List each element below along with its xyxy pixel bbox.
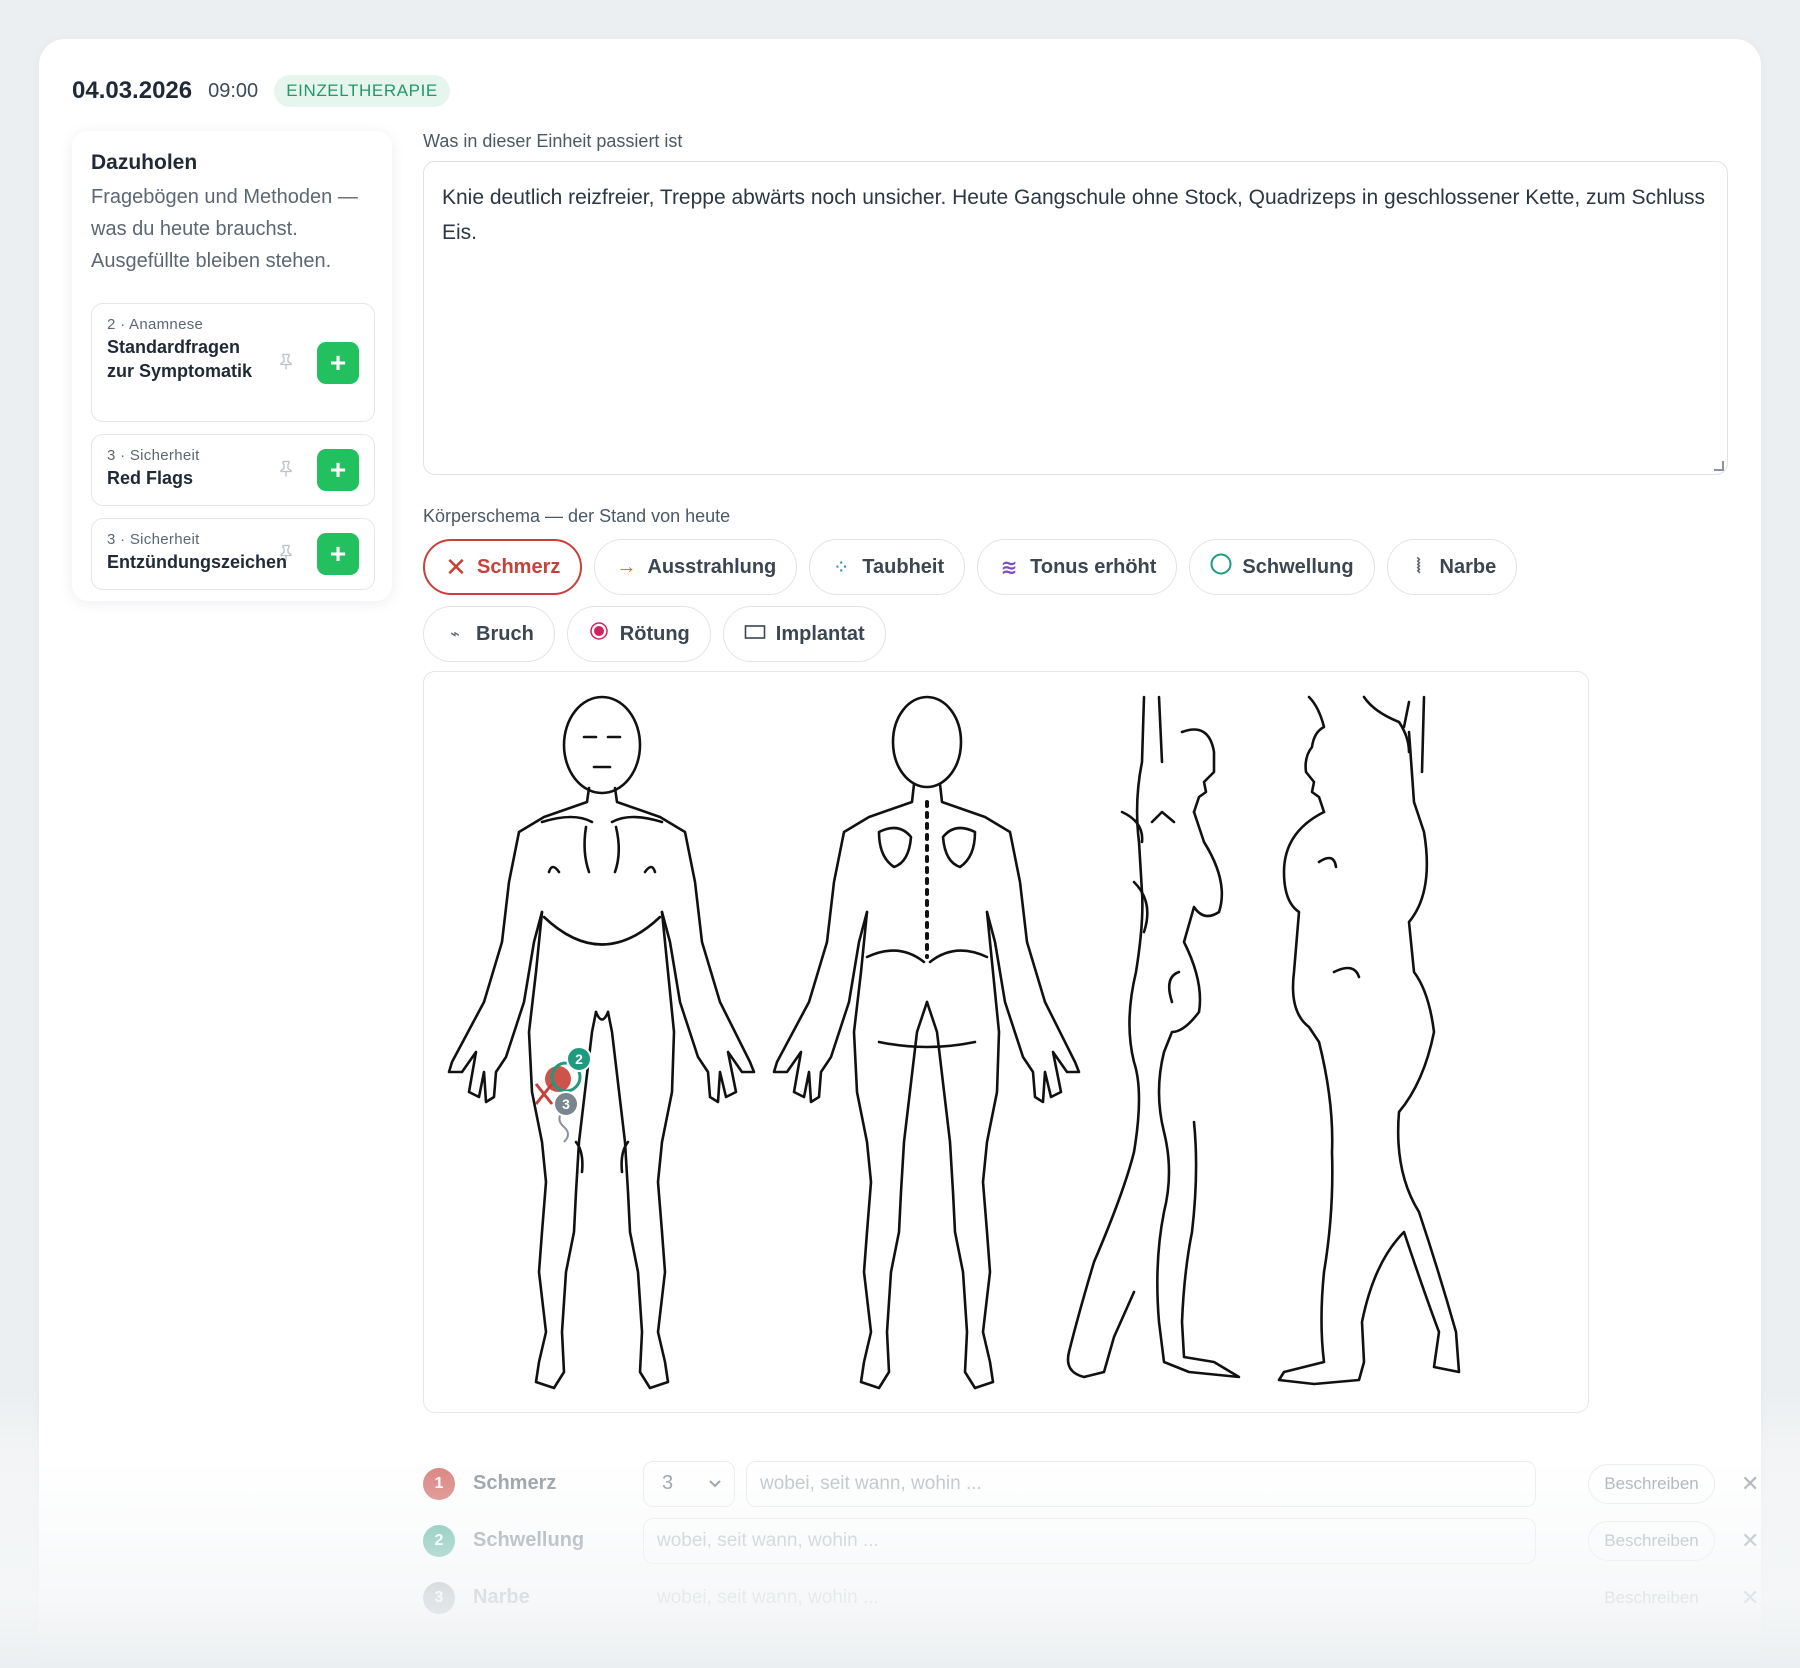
method-title: Standardfragen zur Symptomatik: [107, 337, 253, 381]
marker-name: Schwellung: [473, 1529, 585, 1551]
method-item[interactable]: 3 · Sicherheit Entzündungszeichen +: [91, 518, 375, 590]
arrow-right-icon: →: [616, 555, 637, 578]
chevron-down-icon: [708, 1472, 722, 1495]
session-header: 04.03.2026 09:00 EINZELTHERAPIE: [72, 75, 450, 107]
marker-description-input[interactable]: wobei, seit wann, wohin ...: [643, 1575, 1536, 1621]
wave-icon: ≋: [1000, 556, 1018, 579]
knee-markers[interactable]: 2 3: [534, 1046, 592, 1143]
method-item[interactable]: 3 · Sicherheit Red Flags +: [91, 434, 375, 506]
scar-icon: ⦚: [1416, 555, 1421, 578]
method-kicker: 2 · Anamnese: [107, 316, 204, 333]
tool-label: Ausstrahlung: [647, 555, 777, 578]
close-icon[interactable]: ✕: [1741, 1471, 1759, 1497]
tool-implantat[interactable]: Implantat: [722, 606, 886, 662]
session-date: 04.03.2026: [72, 77, 193, 104]
intensity-select[interactable]: 3: [643, 1460, 735, 1507]
dot-icon: [588, 621, 610, 647]
tool-label: Rötung: [619, 622, 690, 645]
circle-icon: [1210, 553, 1232, 581]
describe-button[interactable]: Beschreiben: [1588, 1520, 1715, 1561]
marker-list: 1 Schmerz 3 wobei, seit wann, wohin ... …: [423, 1455, 1759, 1626]
tool-narbe[interactable]: ⦚ Narbe: [1386, 539, 1518, 595]
tool-label: Bruch: [476, 622, 534, 645]
side-figure-left: [1277, 695, 1461, 1386]
pin-icon[interactable]: [280, 544, 292, 564]
front-figure: [447, 695, 756, 1390]
notes-text: Knie deutlich reizfreier, Treppe abwärts…: [442, 186, 1706, 244]
tool-bruch[interactable]: ⌁ Bruch: [423, 606, 555, 662]
dazuholen-panel: Dazuholen Fragebögen und Methoden — was …: [72, 131, 392, 601]
x-icon: ✕: [445, 551, 467, 582]
panel-title: Dazuholen: [91, 151, 198, 174]
marker-description-input[interactable]: wobei, seit wann, wohin ...: [643, 1517, 1536, 1564]
dots-icon: ⁘: [835, 558, 848, 575]
back-figure: [772, 695, 1081, 1390]
body-chart-label: Körperschema — der Stand von heute: [423, 506, 731, 526]
describe-button[interactable]: Beschreiben: [1588, 1463, 1715, 1504]
add-button[interactable]: +: [317, 341, 359, 384]
pin-icon[interactable]: [280, 353, 292, 372]
method-item[interactable]: 2 · Anamnese Standardfragen zur Symptoma…: [91, 303, 375, 422]
tool-label: Tonus erhöht: [1030, 555, 1157, 578]
body-chart-canvas[interactable]: 2 3: [423, 671, 1589, 1413]
side-figure-right: [1066, 695, 1241, 1379]
marker-description-input[interactable]: wobei, seit wann, wohin ...: [746, 1460, 1536, 1507]
marker-row: 3 Narbe wobei, seit wann, wohin ... Besc…: [423, 1569, 1759, 1626]
session-card: 04.03.2026 09:00 EINZELTHERAPIE Dazuhole…: [39, 39, 1761, 1668]
session-time: 09:00: [208, 79, 259, 102]
tool-schmerz[interactable]: ✕ Schmerz: [423, 539, 583, 595]
tool-label: Schwellung: [1242, 555, 1354, 578]
marker-number: 2: [423, 1524, 455, 1557]
describe-button[interactable]: Beschreiben: [1588, 1578, 1715, 1618]
tool-ausstrahlung[interactable]: → Ausstrahlung: [594, 539, 798, 595]
intensity-value: 3: [662, 1472, 674, 1494]
tool-taubheit[interactable]: ⁘ Taubheit: [809, 539, 966, 595]
tool-schwellung[interactable]: Schwellung: [1189, 539, 1375, 595]
pin-icon[interactable]: [280, 460, 292, 480]
marker-name: Narbe: [473, 1586, 530, 1608]
session-type-badge: EINZELTHERAPIE: [274, 75, 450, 107]
notes-label: Was in dieser Einheit passiert ist: [423, 131, 683, 151]
notes-textarea[interactable]: Knie deutlich reizfreier, Treppe abwärts…: [423, 161, 1728, 475]
tool-label: Schmerz: [477, 555, 561, 578]
body-figures-illustration: 2 3: [447, 695, 1461, 1390]
add-button[interactable]: +: [317, 449, 359, 491]
tool-label: Implantat: [775, 622, 865, 645]
marker-badge-3: 3: [562, 1096, 570, 1112]
close-icon[interactable]: ✕: [1741, 1528, 1759, 1554]
marker-badge-2: 2: [575, 1051, 583, 1067]
tool-tonus-erhoeht[interactable]: ≋ Tonus erhöht: [977, 539, 1178, 595]
marker-row: 2 Schwellung wobei, seit wann, wohin ...…: [423, 1512, 1759, 1569]
session-main: Was in dieser Einheit passiert ist Knie …: [423, 131, 1728, 1413]
tool-label: Taubheit: [862, 555, 945, 578]
break-icon: ⌁: [450, 626, 460, 643]
marker-number: 3: [423, 1581, 455, 1614]
panel-description: Fragebögen und Methoden — was du heute b…: [91, 186, 358, 272]
tool-roetung[interactable]: Rötung: [566, 606, 711, 662]
marker-tool-bar: ✕ Schmerz → Ausstrahlung ⁘ Taubheit ≋ To…: [423, 539, 1603, 662]
tool-label: Narbe: [1439, 555, 1497, 578]
close-icon[interactable]: ✕: [1741, 1585, 1759, 1611]
marker-name: Schmerz: [473, 1472, 557, 1494]
rect-icon: [744, 623, 766, 646]
marker-row: 1 Schmerz 3 wobei, seit wann, wohin ... …: [423, 1455, 1759, 1512]
add-button[interactable]: +: [317, 533, 359, 575]
resize-handle-icon[interactable]: [1714, 461, 1724, 471]
marker-number: 1: [423, 1467, 455, 1500]
